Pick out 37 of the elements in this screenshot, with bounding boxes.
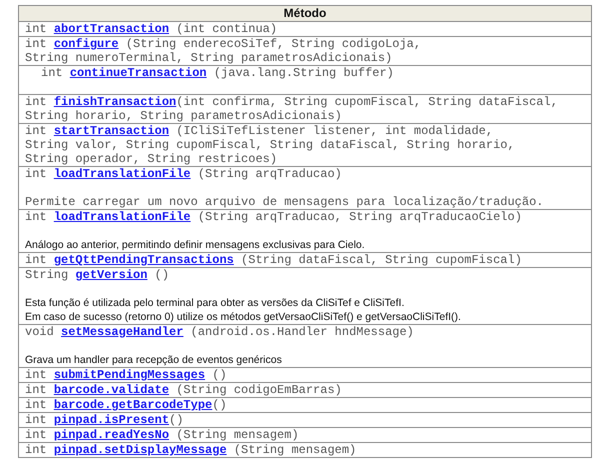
method-link[interactable]: pinpad.setDisplayMessage — [54, 443, 227, 457]
method-link[interactable]: finishTransaction — [54, 95, 176, 109]
method-signature: int finishTransaction(int confirma, String cupomFiscal, String dataFiscal, String horario, String parametrosAdicionais) — [25, 95, 559, 123]
method-link[interactable]: configure — [54, 37, 119, 51]
method-signature: void setMessageHandler (android.os.Handler hndMessage) — [25, 325, 415, 339]
method-signature: int pinpad.readYesNo (String mensagem) — [25, 428, 300, 442]
method-signature: int pinpad.setDisplayMessage (String mensagem) — [25, 443, 358, 457]
method-signature: int abortTransaction (int continua) — [25, 22, 278, 36]
method-link[interactable]: loadTranslationFile — [54, 167, 191, 181]
method-link[interactable]: barcode.getBarcodeType — [54, 398, 212, 412]
method-link[interactable]: barcode.validate — [54, 383, 170, 397]
method-signature: int barcode.validate (String codigoEmBarras) — [25, 383, 343, 397]
method-link[interactable]: abortTransaction — [54, 22, 170, 36]
column-header: Método — [19, 6, 591, 22]
method-signature: int barcode.getBarcodeType() — [25, 398, 228, 412]
method-signature: int getQttPendingTransactions (String dataFiscal, String cupomFiscal) — [25, 253, 523, 267]
method-link[interactable]: setMessageHandler — [61, 325, 184, 339]
method-signature: String getVersion () — [25, 268, 170, 282]
method-link[interactable]: getQttPendingTransactions — [54, 253, 234, 267]
method-link[interactable]: pinpad.readYesNo — [54, 428, 170, 442]
method-link[interactable]: getVersion — [75, 268, 148, 282]
method-description: Grava um handler para recepção de eventos genéricos — [25, 353, 283, 367]
method-signature: int continueTransaction (java.lang.String buffer) — [41, 66, 395, 80]
method-signature: int submitPendingMessages () — [25, 368, 228, 382]
method-signature: int startTransaction (ICliSiTefListener listener, int modalidade, String valor, String cupomFiscal, String dataFiscal, String horario, String operador, String restricoes) — [25, 124, 516, 166]
method-description: Análogo ao anterior, permitindo definir mensagens exclusivas para Cielo. — [25, 238, 366, 252]
method-link[interactable]: startTransaction — [54, 124, 170, 138]
method-link[interactable]: continueTransaction — [70, 66, 207, 80]
method-signature: int loadTranslationFile (String arqTraducao) — [25, 167, 343, 181]
method-signature: int pinpad.isPresent() — [25, 413, 184, 427]
method-link[interactable]: submitPendingMessages — [54, 368, 206, 382]
method-signature: int loadTranslationFile (String arqTraducao, String arqTraducaoCielo) — [25, 210, 523, 224]
method-link[interactable]: loadTranslationFile — [54, 210, 191, 224]
method-link[interactable]: pinpad.isPresent — [54, 413, 170, 427]
method-description: Permite carregar um novo arquivo de mensagens para localização/tradução. — [25, 195, 544, 209]
method-signature: int configure (String enderecoSiTef, String codigoLoja, String numeroTerminal, String parametrosAdicionais) — [25, 37, 422, 65]
method-description: Esta função é utilizada pelo terminal para obter as versões da CliSiTef e CliSiTefI. Em caso de sucesso (retorno 0) utilize os métodos getVersaoCliSiTef() e getVersaoCliSiTefI(). — [25, 296, 462, 324]
